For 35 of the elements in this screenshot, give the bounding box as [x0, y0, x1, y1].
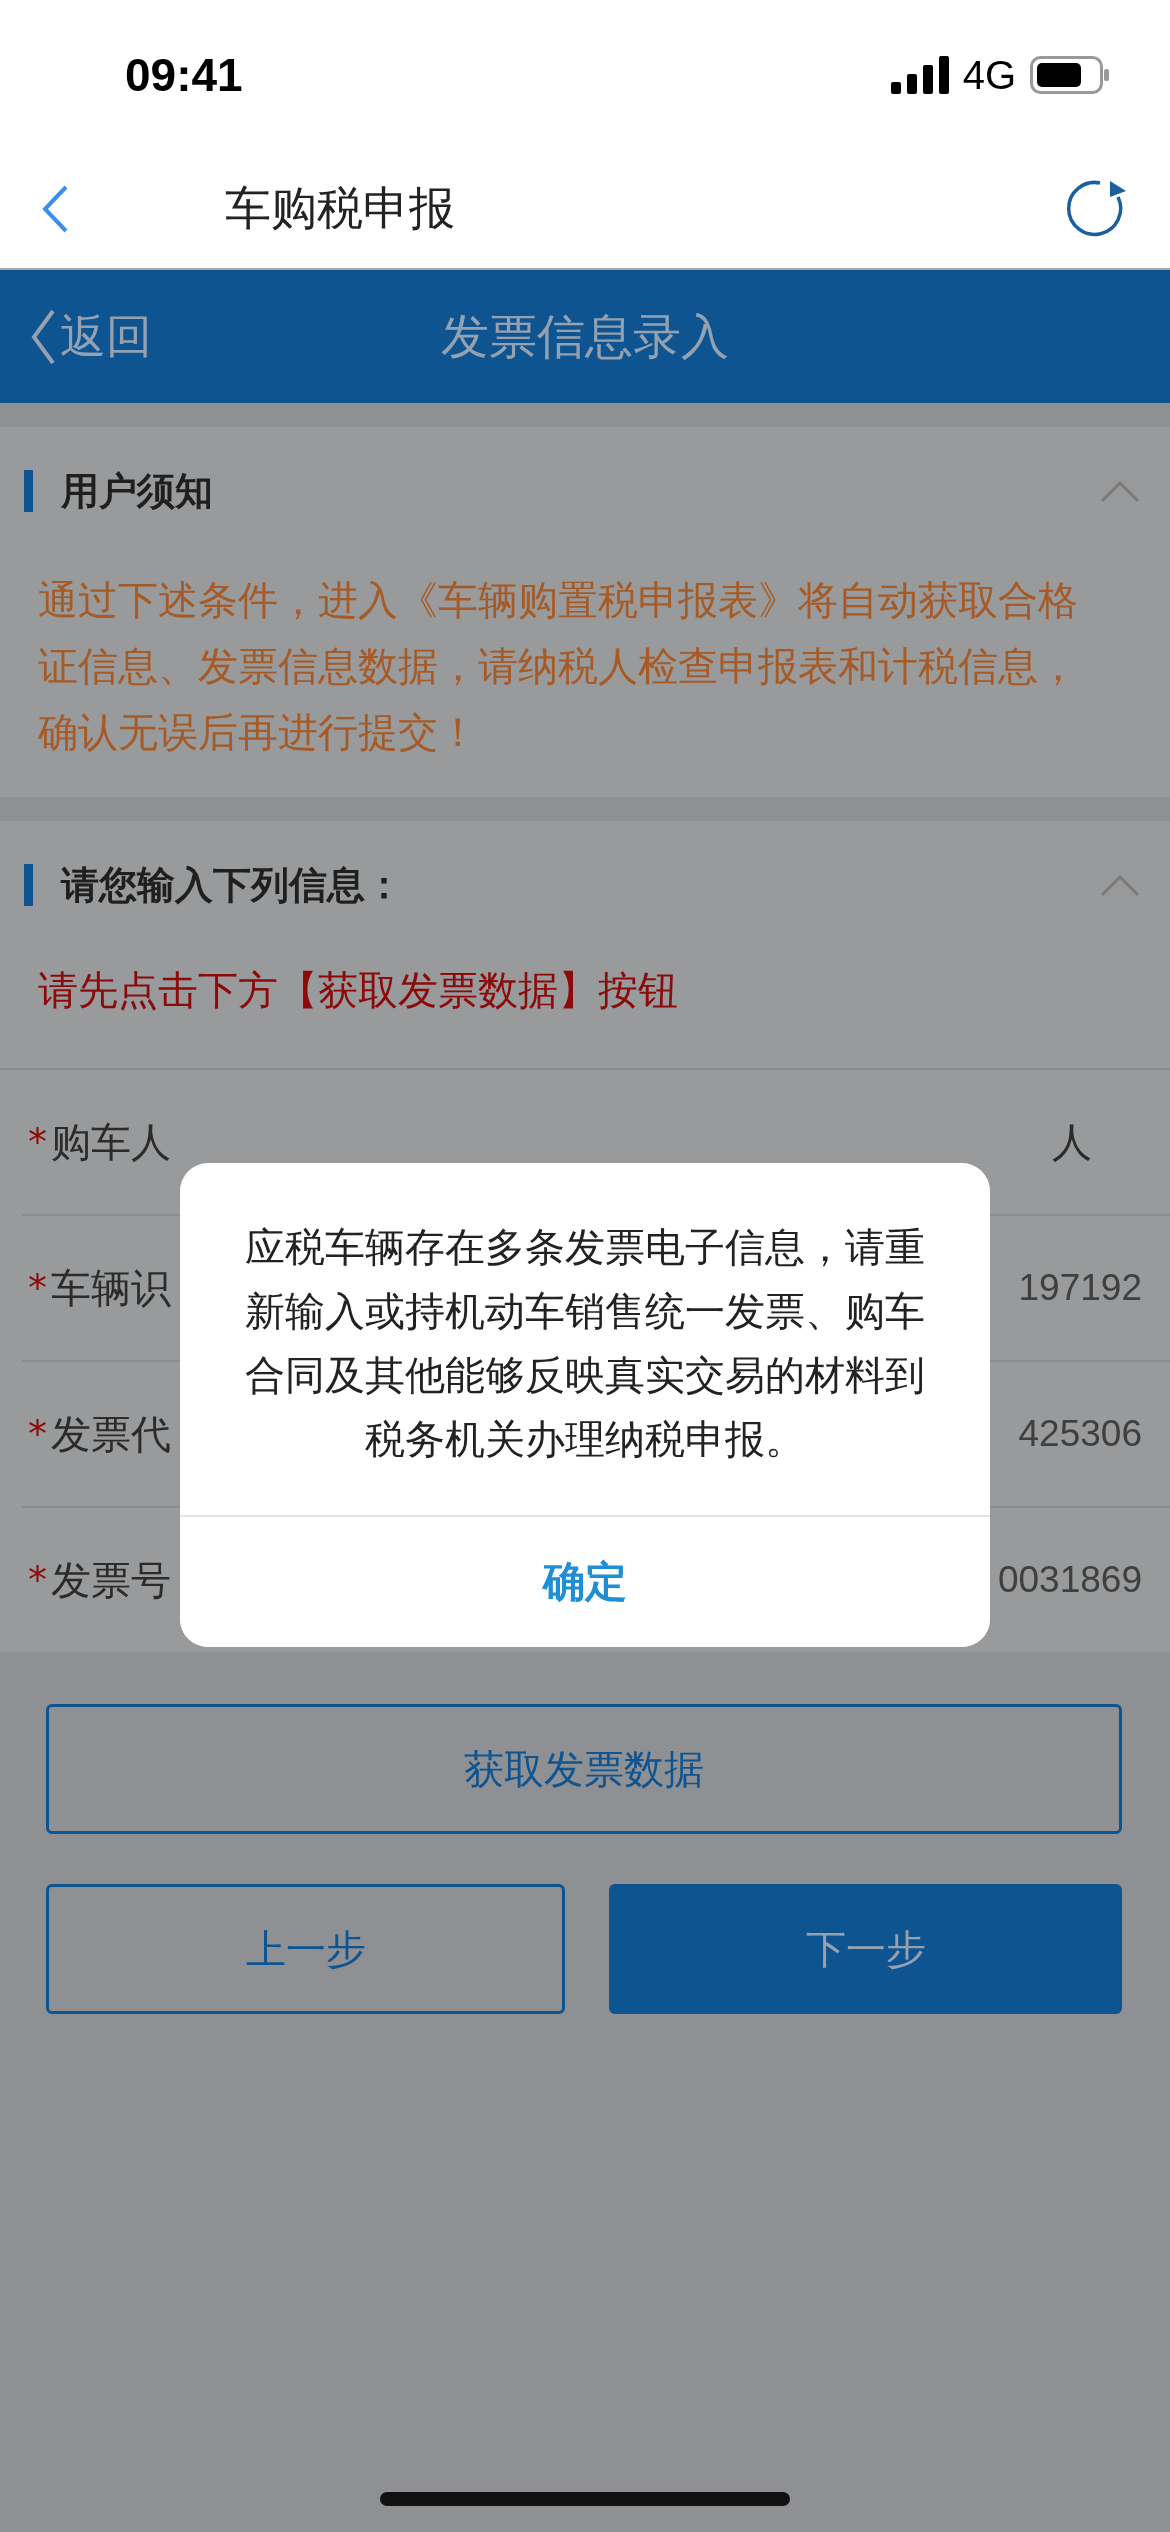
- network-label: 4G: [962, 52, 1016, 98]
- back-button[interactable]: 返回: [30, 305, 152, 368]
- field-value[interactable]: 0031869: [997, 1559, 1142, 1601]
- field-label: 购车人: [51, 1117, 171, 1167]
- field-value[interactable]: 197192: [1018, 1267, 1142, 1309]
- next-button[interactable]: 下一步: [609, 1884, 1122, 2014]
- status-time: 09:41: [125, 48, 244, 102]
- page-title: 发票信息录入: [441, 307, 729, 364]
- fetch-button[interactable]: 获取发票数据: [46, 1704, 1122, 1834]
- field-label: 车辆识: [51, 1263, 171, 1313]
- notice-text: 通过下述条件，进入《车辆购置税申报表》将自动获取合格证信息、发票信息数据，请纳税人检查申报表和计税信息，确认无误后再进行提交！: [37, 576, 1079, 757]
- signal-icon: [890, 56, 949, 94]
- chevron-icon[interactable]: [1100, 873, 1140, 897]
- field-label: 发票号: [51, 1555, 171, 1605]
- required-mark: *: [28, 1412, 47, 1456]
- option-label[interactable]: 人: [1052, 1114, 1092, 1170]
- battery-icon: [1030, 56, 1110, 94]
- section-title: 请您输入下列信息：: [61, 861, 403, 909]
- dialog-message: 应税车辆存在多条发票电子信息，请重新输入或持机动车销售统一发票、购车合同及其他能够反映真实交易的材料到税务机关办理纳税申报。: [244, 1223, 926, 1464]
- section-title: 用户须知: [61, 467, 213, 515]
- previous-button[interactable]: 上一步: [46, 1884, 565, 2014]
- confirm-button[interactable]: 确定: [180, 1515, 990, 1647]
- required-mark: *: [28, 1558, 47, 1602]
- hint-text: 请先点击下方【获取发票数据】按钮: [0, 949, 1170, 1070]
- field-label: 发票代: [51, 1409, 171, 1459]
- required-mark: *: [28, 1266, 47, 1310]
- section-marker: [24, 864, 33, 906]
- back-icon[interactable]: [40, 184, 70, 234]
- required-mark: *: [28, 1120, 47, 1164]
- section-marker: [24, 470, 33, 512]
- field-value[interactable]: 425306: [1018, 1413, 1142, 1455]
- home-indicator[interactable]: [380, 2492, 790, 2506]
- back-chevron-icon: [30, 307, 56, 366]
- chevron-icon[interactable]: [1100, 479, 1140, 503]
- nav-title: 车购税申报: [225, 180, 455, 237]
